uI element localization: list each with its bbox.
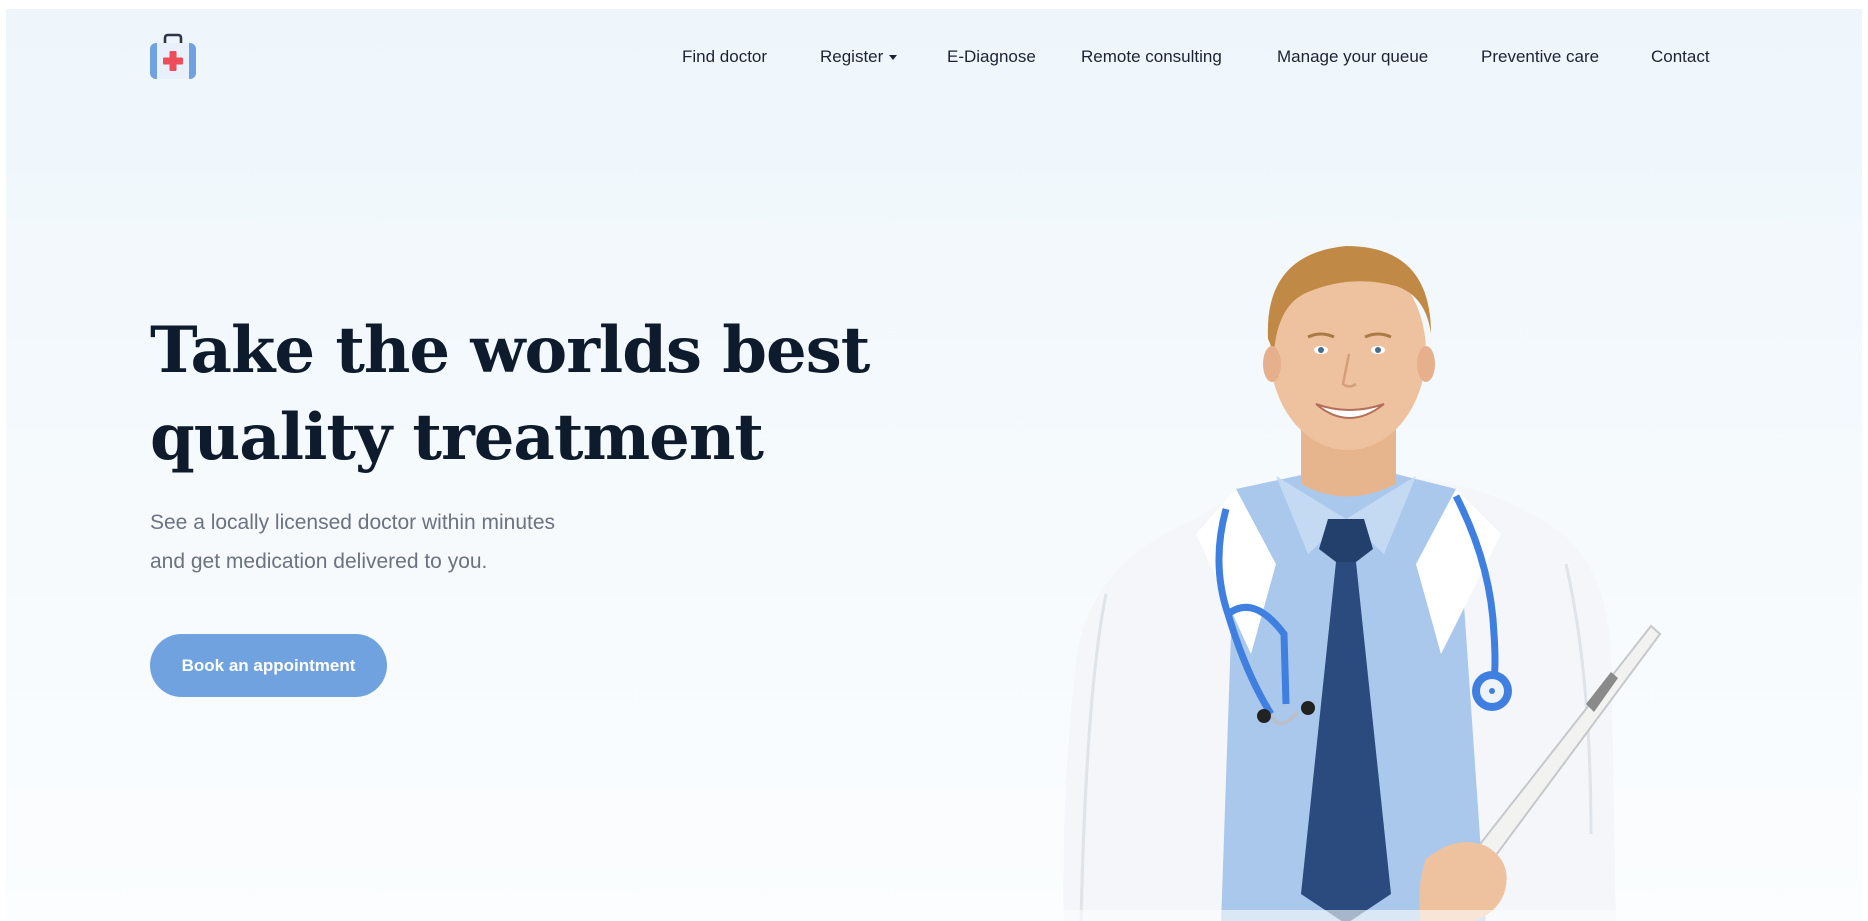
hero-subtitle-line-2: and get medication delivered to you. (150, 550, 488, 573)
nav-contact[interactable]: Contact (1651, 47, 1710, 67)
hero-title-line-2: quality treatment (150, 400, 764, 475)
hero-subtitle: See a locally licensed doctor within min… (150, 503, 670, 581)
hero-title-line-1: Take the worlds best (150, 313, 870, 388)
landing-page: Find doctor Register E-Diagnose Remote c… (6, 9, 1862, 921)
book-appointment-button[interactable]: Book an appointment (150, 634, 387, 697)
nav-remote-consulting[interactable]: Remote consulting (1081, 47, 1222, 67)
nav-find-doctor[interactable]: Find doctor (682, 47, 767, 67)
caret-down-icon (889, 55, 898, 61)
doctor-photo (1046, 246, 1686, 921)
hero-title: Take the worlds best quality treatment (150, 307, 870, 481)
nav-preventive-care[interactable]: Preventive care (1481, 47, 1599, 67)
nav-register[interactable]: Register (820, 47, 898, 67)
top-navigation: Find doctor Register E-Diagnose Remote c… (6, 47, 1862, 71)
nav-manage-queue[interactable]: Manage your queue (1277, 47, 1428, 67)
nav-e-diagnose[interactable]: E-Diagnose (947, 47, 1036, 67)
nav-register-label: Register (820, 47, 884, 66)
hero-subtitle-line-1: See a locally licensed doctor within min… (150, 511, 556, 534)
